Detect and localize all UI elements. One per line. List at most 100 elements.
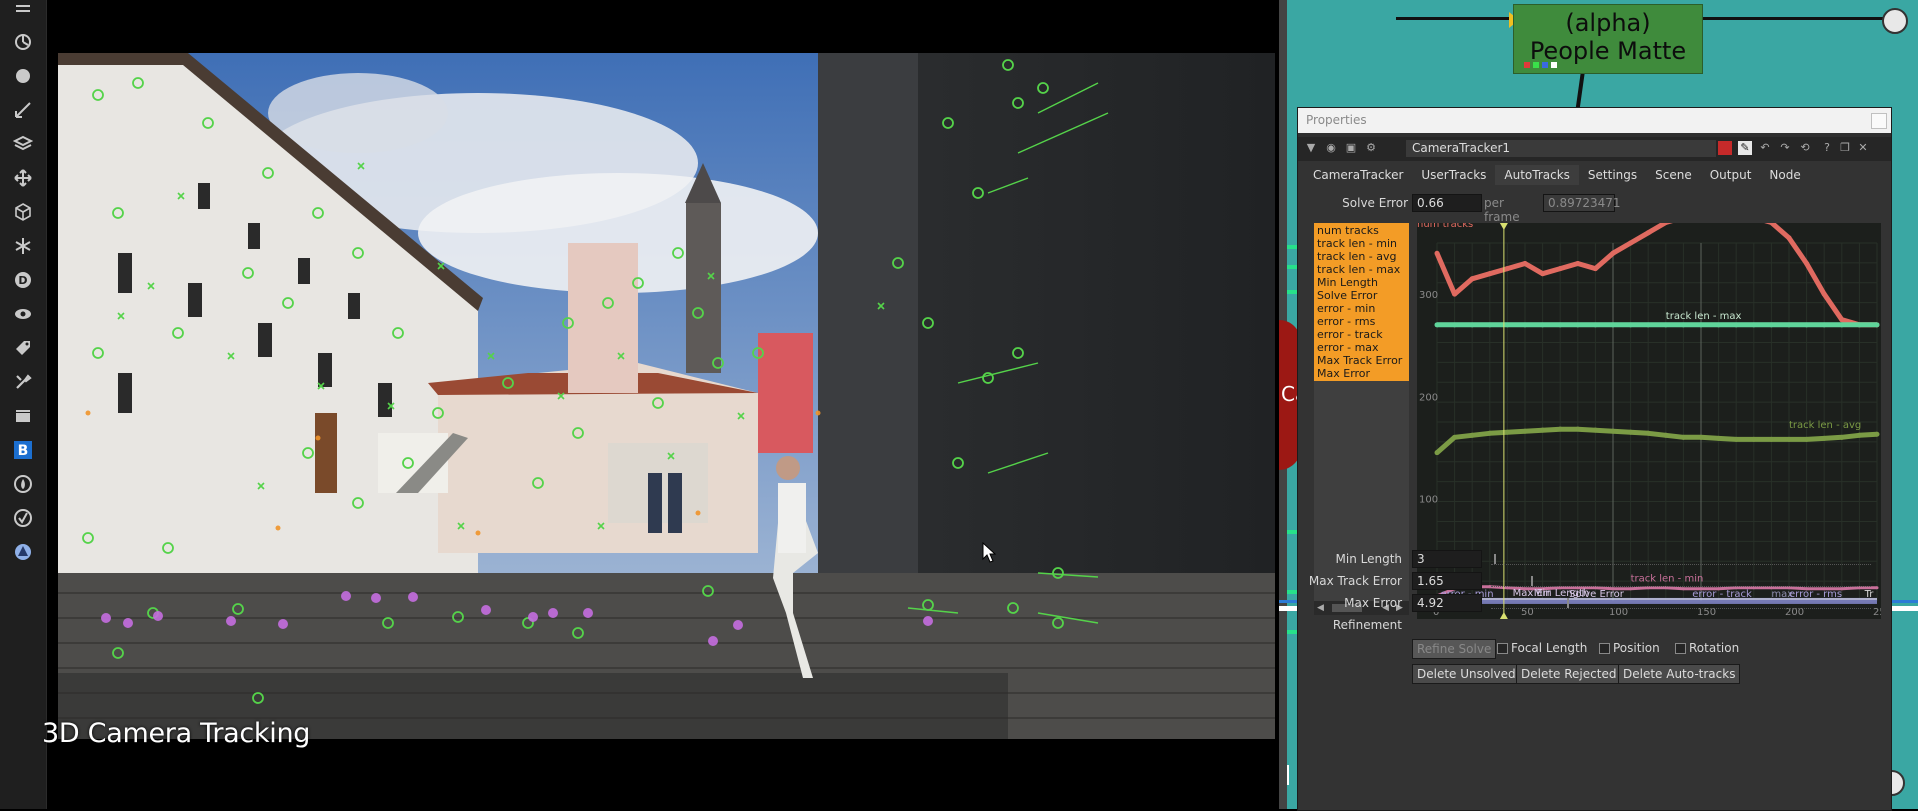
solve-error-label: Solve Error [1342, 196, 1408, 210]
list-item[interactable]: Max Error [1317, 367, 1406, 380]
tab-node[interactable]: Node [1760, 165, 1809, 185]
properties-close-icon[interactable] [1871, 113, 1887, 129]
list-item[interactable]: error - min [1317, 302, 1406, 315]
viewer-icon[interactable]: ▣ [1344, 141, 1358, 155]
min-length-field[interactable]: 3 [1412, 550, 1482, 568]
position-checkbox[interactable] [1599, 643, 1610, 654]
list-item[interactable]: num tracks [1317, 224, 1406, 237]
deep-icon[interactable]: D [12, 269, 34, 291]
delete-unsolved-button[interactable]: Delete Unsolved [1412, 664, 1521, 684]
bokeh-plugin-icon[interactable]: B [12, 439, 34, 461]
data-point [1522, 322, 1528, 328]
redo-icon[interactable]: ↷ [1778, 141, 1792, 155]
collapse-icon[interactable]: ▼ [1304, 141, 1318, 155]
data-point [1540, 271, 1546, 277]
list-item[interactable]: Max Track Error [1317, 354, 1406, 367]
rotation-label: Rotation [1689, 641, 1740, 655]
data-point [1839, 317, 1845, 323]
data-point [1804, 260, 1810, 266]
max-track-error-field[interactable]: 1.65 [1412, 572, 1482, 590]
layers-icon[interactable] [12, 133, 34, 155]
max-error-label: Max Error [1344, 596, 1402, 610]
y-tick-label: 100 [1419, 495, 1438, 506]
max-error-field[interactable]: 4.92 [1412, 594, 1482, 612]
data-point [1856, 432, 1862, 438]
data-point [1698, 434, 1704, 440]
max-error-slider[interactable] [1491, 598, 1871, 609]
list-item[interactable]: Min Length [1317, 276, 1406, 289]
other-icon[interactable] [12, 405, 34, 427]
transform-icon[interactable] [12, 167, 34, 189]
settings-icon[interactable]: ⚙ [1364, 141, 1378, 155]
series-track-len-avg [1435, 426, 1878, 455]
data-point [1628, 322, 1634, 328]
data-point [1856, 322, 1862, 328]
node-name-field[interactable]: CameraTracker1 [1406, 140, 1716, 157]
menu-icon[interactable] [12, 0, 34, 22]
tab-settings[interactable]: Settings [1579, 165, 1646, 185]
tab-cameratracker[interactable]: CameraTracker [1304, 165, 1412, 185]
viewer[interactable]: 3D Camera Tracking [42, 0, 1280, 809]
data-point [1821, 435, 1827, 441]
refine-solve-button[interactable]: Refine Solve [1412, 639, 1497, 659]
data-point [1629, 587, 1633, 591]
refinement-label: Refinement [1332, 618, 1402, 632]
focal-length-label: Focal Length [1511, 641, 1588, 655]
data-point [1452, 291, 1458, 297]
list-item[interactable]: track len - min [1317, 237, 1406, 250]
svg-text:B: B [18, 443, 29, 459]
focal-length-checkbox[interactable] [1497, 643, 1508, 654]
tab-autotracks[interactable]: AutoTracks [1495, 165, 1579, 185]
max-track-error-slider[interactable] [1491, 576, 1871, 587]
label-track-len-max: track len - max [1666, 311, 1742, 322]
data-point [1839, 434, 1845, 440]
data-point [1733, 436, 1739, 442]
list-item[interactable]: track len - avg [1317, 250, 1406, 263]
center-node-icon[interactable]: ◉ [1324, 141, 1338, 155]
properties-title-bar[interactable]: Properties [1298, 108, 1891, 133]
help-icon[interactable]: ? [1820, 141, 1834, 155]
metadata-icon[interactable] [12, 337, 34, 359]
delete-rejected-button[interactable]: Delete Rejected [1516, 664, 1622, 684]
delete-autotracks-button[interactable]: Delete Auto-tracks [1618, 664, 1741, 684]
camera-tracking-footage[interactable] [58, 53, 1275, 739]
data-point [1452, 434, 1458, 440]
float-icon[interactable]: ❐ [1838, 141, 1852, 155]
check-plugin-icon[interactable] [12, 507, 34, 529]
dot-node[interactable] [1882, 8, 1908, 34]
flame-plugin-icon[interactable] [12, 473, 34, 495]
tab-scene[interactable]: Scene [1646, 165, 1701, 185]
edit-icon[interactable]: ✎ [1738, 141, 1752, 155]
undo-icon[interactable]: ↶ [1758, 141, 1772, 155]
data-point [1768, 436, 1774, 442]
list-item[interactable]: error - track [1317, 328, 1406, 341]
particles-icon[interactable] [12, 235, 34, 257]
3d-cube-icon[interactable] [12, 201, 34, 223]
list-item[interactable]: track len - max [1317, 263, 1406, 276]
data-point [1434, 450, 1440, 456]
channel-icon[interactable] [12, 65, 34, 87]
tab-output[interactable]: Output [1701, 165, 1761, 185]
data-point [1821, 291, 1827, 297]
revert-icon[interactable]: ⟲ [1798, 141, 1812, 155]
solve-error-field[interactable]: 0.66 [1412, 194, 1482, 212]
data-point [1645, 230, 1651, 236]
people-matte-node[interactable]: (alpha) People Matte [1513, 4, 1703, 74]
min-length-slider[interactable] [1491, 554, 1871, 565]
list-item[interactable]: Solve Error [1317, 289, 1406, 302]
toolsets-icon[interactable] [12, 371, 34, 393]
data-point [1469, 322, 1475, 328]
list-item[interactable]: error - max [1317, 341, 1406, 354]
node-connection [1396, 17, 1521, 20]
node-color-swatch[interactable] [1718, 141, 1732, 155]
time-icon[interactable] [12, 31, 34, 53]
data-point [1487, 430, 1493, 436]
close-icon[interactable]: ✕ [1856, 141, 1870, 155]
rotation-checkbox[interactable] [1675, 643, 1686, 654]
nuke-plugin-icon[interactable] [12, 541, 34, 563]
list-item[interactable]: error - rms [1317, 315, 1406, 328]
views-icon[interactable] [12, 303, 34, 325]
data-point [1557, 266, 1563, 272]
draw-icon[interactable] [12, 99, 34, 121]
tab-usertracks[interactable]: UserTracks [1412, 165, 1495, 185]
